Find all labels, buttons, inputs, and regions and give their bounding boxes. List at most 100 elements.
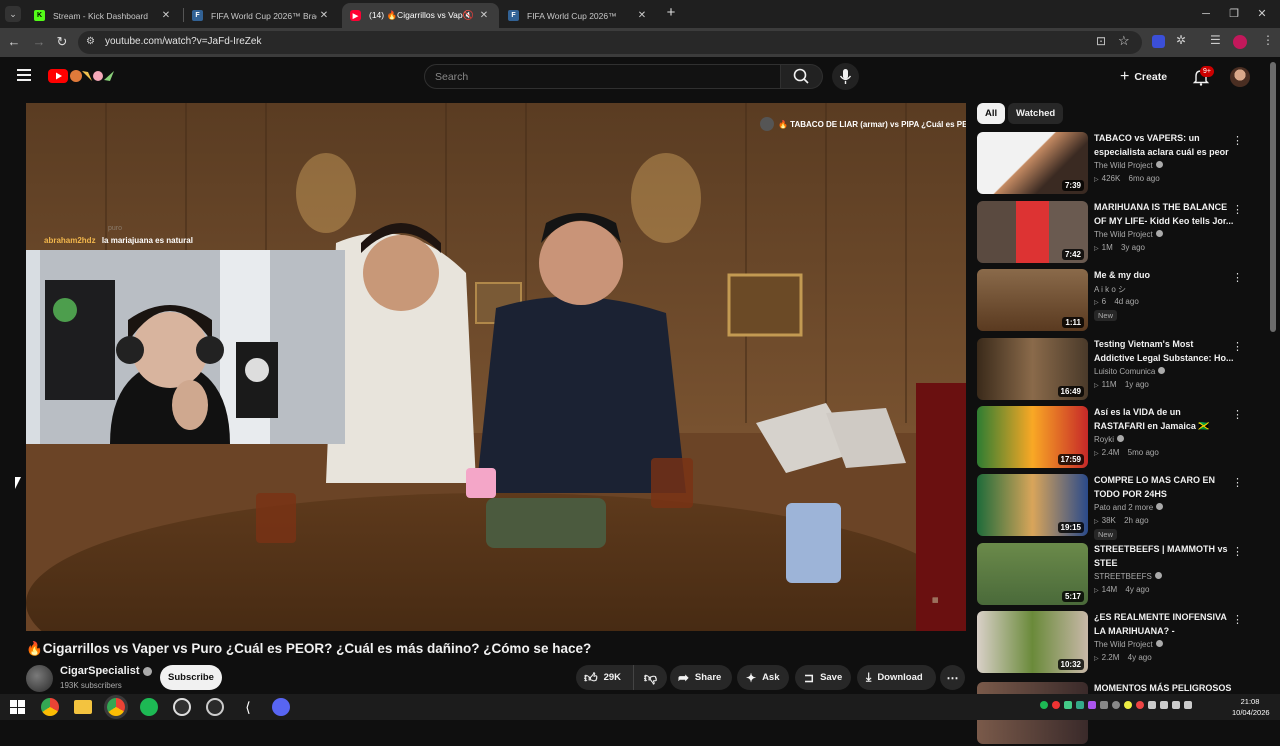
- app-arrow-icon[interactable]: ⟨: [239, 698, 257, 716]
- taskbar-clock[interactable]: 21:08 10/04/2026: [1232, 696, 1270, 718]
- close-tab-icon[interactable]: ✕: [635, 10, 649, 21]
- browser-tab-fifa[interactable]: F FIFA World Cup 2026™ ✕: [500, 3, 657, 28]
- recommendation-channel[interactable]: Royki: [1094, 435, 1125, 444]
- video-thumbnail[interactable]: 17:59: [977, 406, 1088, 468]
- create-button[interactable]: + Create: [1120, 66, 1167, 88]
- dislike-button[interactable]: 👎︎: [634, 670, 667, 686]
- close-tab-icon[interactable]: ✕: [159, 10, 173, 21]
- video-thumbnail[interactable]: 19:15: [977, 474, 1088, 536]
- profile-avatar-icon[interactable]: [1233, 35, 1247, 49]
- search-button[interactable]: [781, 64, 823, 89]
- video-thumbnail[interactable]: 1:11: [977, 269, 1088, 331]
- recommendation-item[interactable]: 5:17 STREETBEEFS | MAMMOTH vs STEE ⋮ STREET…: [977, 543, 1267, 607]
- steam-icon[interactable]: [206, 698, 224, 716]
- recommendation-item[interactable]: 10:32 ¿ES REALMENTE INOFENSIVA LA MARIHUA…: [977, 611, 1267, 675]
- browser-tab-youtube[interactable]: ▶ (14) 🔥Cigarrillos vs Vaper 🔇 ✕: [342, 3, 499, 28]
- recommendation-item[interactable]: 16:49 Testing Vietnam's Most Addictive Le…: [977, 338, 1267, 402]
- recommendation-title[interactable]: ¿ES REALMENTE INOFENSIVA LA MARIHUANA? -…: [1094, 611, 1234, 638]
- spotify-icon[interactable]: [140, 698, 158, 716]
- channel-watermark-icon[interactable]: ▦: [932, 596, 952, 610]
- install-app-icon[interactable]: ⊡: [1096, 34, 1106, 48]
- more-vertical-icon[interactable]: ⋮: [1232, 203, 1243, 216]
- search-input[interactable]: Search: [424, 64, 781, 89]
- restore-icon[interactable]: ❐: [1224, 5, 1244, 23]
- reload-icon[interactable]: ↻: [54, 34, 70, 50]
- recommendation-channel[interactable]: A i k o シ: [1094, 284, 1126, 295]
- extensions-puzzle-icon[interactable]: ✲: [1176, 33, 1186, 47]
- like-button[interactable]: 👍︎ 29K: [576, 665, 634, 690]
- hamburger-menu-icon[interactable]: [17, 69, 31, 81]
- speaker-muted-icon[interactable]: 🔇: [463, 10, 474, 21]
- close-tab-icon[interactable]: ✕: [477, 10, 491, 21]
- account-avatar[interactable]: [1230, 67, 1250, 87]
- recommendation-title[interactable]: STREETBEEFS | MAMMOTH vs STEE: [1094, 543, 1234, 570]
- video-thumbnail[interactable]: 16:49: [977, 338, 1088, 400]
- file-explorer-icon[interactable]: [74, 700, 92, 714]
- discord-icon[interactable]: [272, 698, 290, 716]
- video-thumbnail[interactable]: 7:39: [977, 132, 1088, 194]
- system-tray-icons[interactable]: [1040, 701, 1192, 709]
- chrome-active-icon[interactable]: [107, 698, 125, 716]
- recommendation-title[interactable]: Testing Vietnam's Most Addictive Legal S…: [1094, 338, 1234, 365]
- ask-button[interactable]: ✦ Ask: [737, 665, 789, 690]
- chip-watched[interactable]: Watched: [1008, 103, 1064, 124]
- new-tab-button[interactable]: +: [663, 5, 679, 21]
- video-thumbnail[interactable]: 10:32: [977, 611, 1088, 673]
- recommendation-item[interactable]: 7:42 MARIHUANA IS THE BALANCE OF MY LIFE-…: [977, 201, 1267, 265]
- recommendation-title[interactable]: TABACO vs VAPERS: un especialista aclara…: [1094, 132, 1234, 159]
- video-player[interactable]: 🔥 TABACO DE LIAR (armar) vs PIPA ¿Cuál e…: [26, 103, 966, 631]
- tab-search-button[interactable]: ⌄: [5, 6, 21, 22]
- more-vertical-icon[interactable]: ⋮: [1232, 613, 1243, 626]
- recommendation-item[interactable]: 7:39 TABACO vs VAPERS: un especialista ac…: [977, 132, 1267, 196]
- page-scrollbar[interactable]: [1270, 62, 1276, 332]
- share-button[interactable]: ➦ Share: [670, 665, 732, 690]
- recommendation-title[interactable]: MARIHUANA IS THE BALANCE OF MY LIFE- Kid…: [1094, 201, 1234, 228]
- browser-menu-icon[interactable]: ⋮: [1262, 33, 1274, 47]
- recommendation-item[interactable]: 19:15 COMPRE LO MAS CARO EN TODO POR 24HS…: [977, 474, 1267, 540]
- forward-icon[interactable]: →: [31, 34, 47, 50]
- recommendation-channel[interactable]: STREETBEEFS: [1094, 572, 1162, 581]
- obs-icon[interactable]: [173, 698, 191, 716]
- recommendation-channel[interactable]: The Wild Project: [1094, 161, 1163, 170]
- voice-search-button[interactable]: [832, 63, 859, 90]
- back-icon[interactable]: ←: [6, 34, 22, 50]
- more-vertical-icon[interactable]: ⋮: [1232, 545, 1243, 558]
- site-info-icon[interactable]: ⚙: [86, 36, 95, 47]
- minimize-icon[interactable]: ─: [1196, 5, 1216, 23]
- youtube-logo[interactable]: [48, 68, 118, 84]
- save-button[interactable]: ⊐ Save: [795, 665, 851, 690]
- chip-all[interactable]: All: [977, 103, 1006, 124]
- browser-tab-fifa-bracket[interactable]: F FIFA World Cup 2026™ Bracket ✕: [184, 3, 339, 28]
- recommendation-title[interactable]: Así es la VIDA de un RASTAFARI en Jamaic…: [1094, 406, 1234, 433]
- subscribe-button[interactable]: Subscribe: [160, 665, 222, 690]
- recommendation-channel[interactable]: The Wild Project: [1094, 230, 1163, 239]
- video-thumbnail[interactable]: 5:17: [977, 543, 1088, 605]
- recommendation-item[interactable]: 17:59 Así es la VIDA de un RASTAFARI en J…: [977, 406, 1267, 470]
- browser-tab-kick[interactable]: K Stream - Kick Dashboard ✕: [26, 3, 181, 28]
- extension-icon[interactable]: [1152, 35, 1165, 48]
- windows-start-icon[interactable]: [8, 698, 26, 716]
- recommendation-title[interactable]: COMPRE LO MAS CARO EN TODO POR 24HS: [1094, 474, 1234, 501]
- bookmark-star-icon[interactable]: ☆: [1118, 33, 1130, 49]
- recommendation-title[interactable]: Me & my duo: [1094, 269, 1234, 283]
- more-vertical-icon[interactable]: ⋮: [1232, 408, 1243, 421]
- recommendation-channel[interactable]: The Wild Project: [1094, 640, 1163, 649]
- close-window-icon[interactable]: ✕: [1252, 5, 1272, 23]
- download-button[interactable]: ⤓ Download: [857, 665, 936, 690]
- recommendation-channel[interactable]: Pato and 2 more: [1094, 503, 1164, 512]
- more-vertical-icon[interactable]: ⋮: [1232, 476, 1243, 489]
- player-overlay-title[interactable]: 🔥 TABACO DE LIAR (armar) vs PIPA ¿Cuál e…: [760, 117, 966, 131]
- close-tab-icon[interactable]: ✕: [317, 10, 331, 21]
- more-vertical-icon[interactable]: ⋮: [1232, 134, 1243, 147]
- video-thumbnail[interactable]: 7:42: [977, 201, 1088, 263]
- more-actions-button[interactable]: ⋯: [940, 665, 965, 690]
- address-bar[interactable]: ⚙ youtube.com/watch?v=JaFd-IreZek ⊡ ☆: [78, 31, 1142, 54]
- chrome-icon[interactable]: [41, 698, 59, 716]
- channel-name[interactable]: CigarSpecialist: [60, 665, 153, 677]
- more-vertical-icon[interactable]: ⋮: [1232, 271, 1243, 284]
- more-vertical-icon[interactable]: ⋮: [1232, 340, 1243, 353]
- tab-groups-icon[interactable]: ☰: [1210, 33, 1221, 47]
- recommendation-channel[interactable]: Luisito Comunica: [1094, 367, 1166, 376]
- channel-avatar[interactable]: [26, 665, 53, 692]
- recommendation-item[interactable]: 1:11 Me & my duo ⋮ A i k o シ ▷ 6 4d ago New: [977, 269, 1267, 333]
